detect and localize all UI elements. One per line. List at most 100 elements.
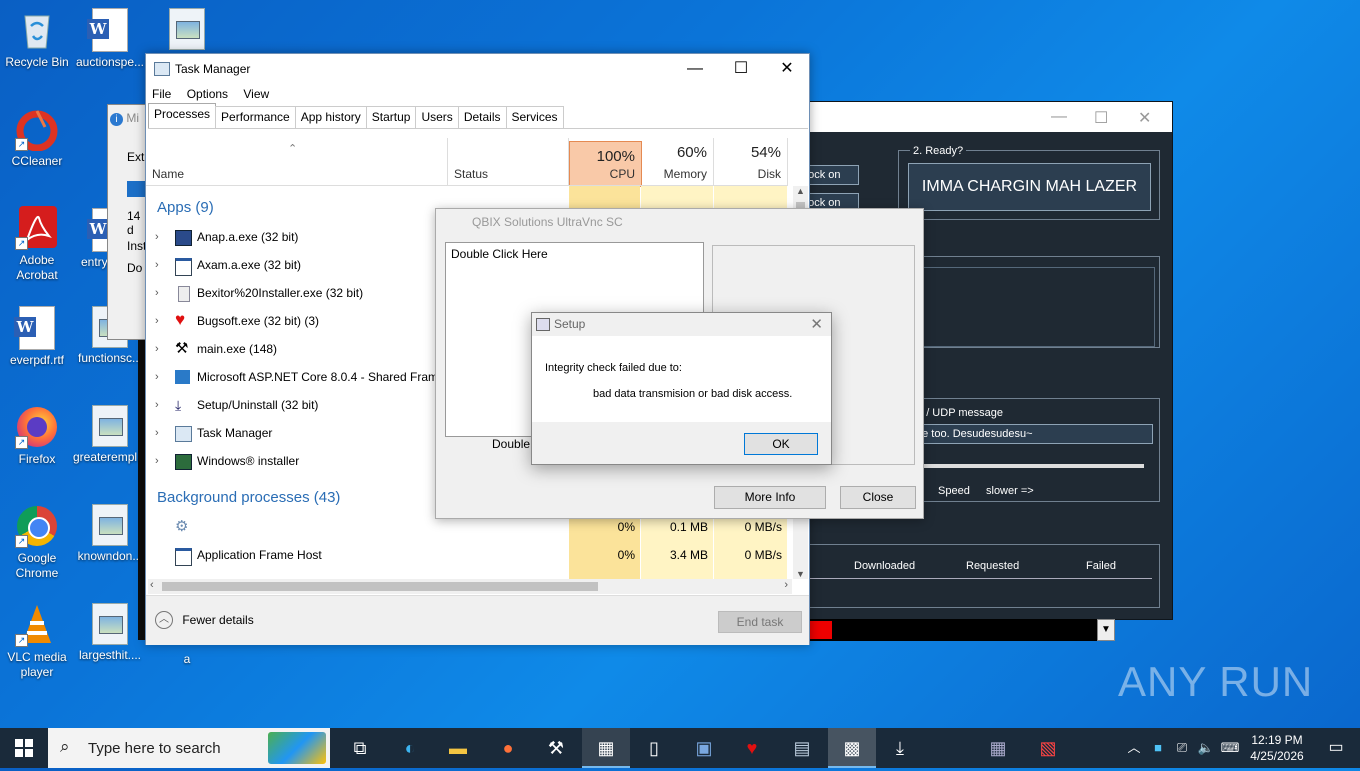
desktop-icon-label: Google Chrome <box>15 551 59 580</box>
language-icon[interactable]: ⌨ <box>1218 728 1242 768</box>
image-file-icon <box>92 603 128 645</box>
desktop-icon-google-chrome[interactable]: ↗ Google Chrome <box>0 504 74 581</box>
tab-details[interactable]: Details <box>457 106 507 128</box>
close-button[interactable]: Close <box>840 486 916 509</box>
desktop-icon-label: VLC media player <box>7 650 67 679</box>
chevron-right-icon[interactable]: › <box>155 279 159 307</box>
volume-icon[interactable]: 🔈 <box>1194 728 1218 768</box>
menu-view[interactable]: View <box>237 84 275 104</box>
app-exe-icon <box>175 230 192 246</box>
file-explorer-icon[interactable]: ▬ <box>434 728 482 768</box>
column-cpu-header[interactable]: 100% CPU <box>569 141 642 187</box>
close-icon[interactable]: ✕ <box>1138 108 1151 128</box>
maximize-icon[interactable]: ☐ <box>1094 108 1108 128</box>
end-task-button[interactable]: End task <box>718 611 802 633</box>
apps-section-header: Apps (9) <box>157 199 214 216</box>
task-manager-taskbar-icon[interactable]: ▦ <box>582 728 630 768</box>
chevron-right-icon[interactable]: › <box>155 391 159 419</box>
error-message-line1: Integrity check failed due to: <box>545 362 682 374</box>
desktop-icon-ccleaner[interactable]: ↗ CCleaner <box>0 107 74 169</box>
menu-options[interactable]: Options <box>181 84 234 104</box>
desktop-icon-everpdf[interactable]: W everpdf.rtf <box>0 306 74 368</box>
close-icon[interactable]: ✕ <box>810 315 823 333</box>
anap-taskbar-icon[interactable]: ▣ <box>680 728 728 768</box>
message-input[interactable]: ne too. Desudesudesu~ <box>912 424 1153 444</box>
notification-icon[interactable]: ▭ <box>1312 728 1360 768</box>
desktop-icon-vlc[interactable]: ↗ VLC media player <box>0 603 74 680</box>
pickaxe-icon[interactable]: ⚒ <box>532 728 580 768</box>
search-icon: ⌕ <box>60 737 70 756</box>
gear-icon: ⚙ <box>175 518 189 535</box>
column-status-header[interactable]: Status <box>448 138 569 186</box>
desktop-icon-largesthit[interactable]: largesthit.... <box>73 603 147 663</box>
chevron-right-icon[interactable]: › <box>155 251 159 279</box>
network-icon[interactable]: ⎚ <box>1170 728 1194 768</box>
scroll-up-icon[interactable]: ▲ <box>793 186 808 196</box>
installer-taskbar-icon[interactable]: ▯ <box>630 728 678 768</box>
network-app-icon[interactable]: ▦ <box>974 728 1022 768</box>
scroll-right-icon[interactable]: › <box>784 579 788 591</box>
desktop-icon-a[interactable]: a <box>150 652 224 667</box>
search-placeholder: Type here to search <box>88 740 221 757</box>
chevron-down-icon[interactable]: ▼ <box>1097 619 1115 641</box>
desktop-icon-auctionspe[interactable]: W auctionspe... <box>73 8 147 70</box>
minimize-button[interactable]: — <box>672 54 718 84</box>
tab-processes[interactable]: Processes <box>148 103 217 128</box>
menu-file[interactable]: File <box>146 84 177 104</box>
search-box[interactable]: ⌕ Type here to search <box>48 728 330 768</box>
fewer-details-button[interactable]: ︿ Fewer details <box>155 611 254 629</box>
process-row[interactable]: Application Frame Host 0% 3.4 MB 0 MB/s <box>146 541 787 569</box>
tab-startup[interactable]: Startup <box>365 106 417 128</box>
window-app-icon[interactable]: ▤ <box>778 728 826 768</box>
task-view-icon[interactable]: ⧉ <box>336 728 384 768</box>
tab-performance[interactable]: Performance <box>215 106 296 128</box>
clock[interactable]: 12:19 PM 4/25/2026 <box>1244 732 1310 764</box>
minimize-icon[interactable]: — <box>1051 108 1067 126</box>
disk-value: 0 MB/s <box>744 548 782 562</box>
start-button[interactable] <box>0 728 48 768</box>
scroll-down-icon[interactable]: ▼ <box>793 569 808 579</box>
chevron-right-icon[interactable]: › <box>155 335 159 363</box>
download-taskbar-icon[interactable]: ⤓ <box>876 728 924 768</box>
column-disk-header[interactable]: 54% Disk <box>714 138 788 186</box>
desktop-icon-recycle-bin[interactable]: Recycle Bin <box>0 8 74 70</box>
desktop-icon-knowndon[interactable]: knowndon... <box>73 504 147 564</box>
heart-icon[interactable]: ♥ <box>728 728 776 768</box>
horizontal-scrollbar[interactable]: ‹ › <box>148 579 792 594</box>
chevron-up-icon[interactable]: ︿ <box>1122 728 1146 768</box>
firefox-icon[interactable]: ● <box>484 728 532 768</box>
speed-slider[interactable] <box>922 464 1144 468</box>
setup-taskbar-icon[interactable]: ▩ <box>828 728 876 768</box>
chevron-right-icon[interactable]: › <box>155 223 159 251</box>
ok-button[interactable]: OK <box>744 433 818 455</box>
recycle-bin-icon <box>15 8 59 52</box>
chevron-right-icon[interactable]: › <box>155 307 159 335</box>
edge-icon[interactable]: ◐ <box>386 728 434 768</box>
colorful-app-icon[interactable]: ▧ <box>1024 728 1072 768</box>
cpu-total: 100% <box>596 148 635 165</box>
maximize-button[interactable]: ☐ <box>718 54 764 84</box>
close-button[interactable]: ✕ <box>764 54 810 84</box>
more-info-button[interactable]: More Info <box>714 486 826 509</box>
tray-app-icon[interactable]: ■ <box>1146 728 1170 768</box>
desktop-icon-adobe-acrobat[interactable]: ↗ Adobe Acrobat <box>0 206 74 283</box>
desktop-icon-greaterempl[interactable]: greaterempl... <box>73 405 147 465</box>
desktop-icon-image[interactable] <box>150 8 224 53</box>
tab-users[interactable]: Users <box>415 106 459 128</box>
imma-chargin-mah-lazer-button[interactable]: IMMA CHARGIN MAH LAZER <box>908 163 1151 211</box>
scroll-thumb-horizontal[interactable] <box>162 582 598 591</box>
desktop-icon-firefox[interactable]: ↗ Firefox <box>0 405 74 467</box>
menu-bar: File Options View <box>146 84 275 104</box>
status-group <box>808 544 1160 608</box>
tab-app-history[interactable]: App history <box>294 106 367 128</box>
tab-services[interactable]: Services <box>505 106 564 128</box>
options-inner <box>908 267 1155 347</box>
list-item[interactable]: Double Click Here <box>451 247 548 261</box>
chevron-right-icon[interactable]: › <box>155 363 159 391</box>
chevron-right-icon[interactable]: › <box>155 447 159 475</box>
cpu-value: 0% <box>617 548 635 562</box>
column-name-header[interactable]: ⌃ Name <box>146 138 448 186</box>
column-memory-header[interactable]: 60% Memory <box>641 138 714 186</box>
chevron-right-icon[interactable]: › <box>155 419 159 447</box>
scroll-left-icon[interactable]: ‹ <box>150 579 154 591</box>
